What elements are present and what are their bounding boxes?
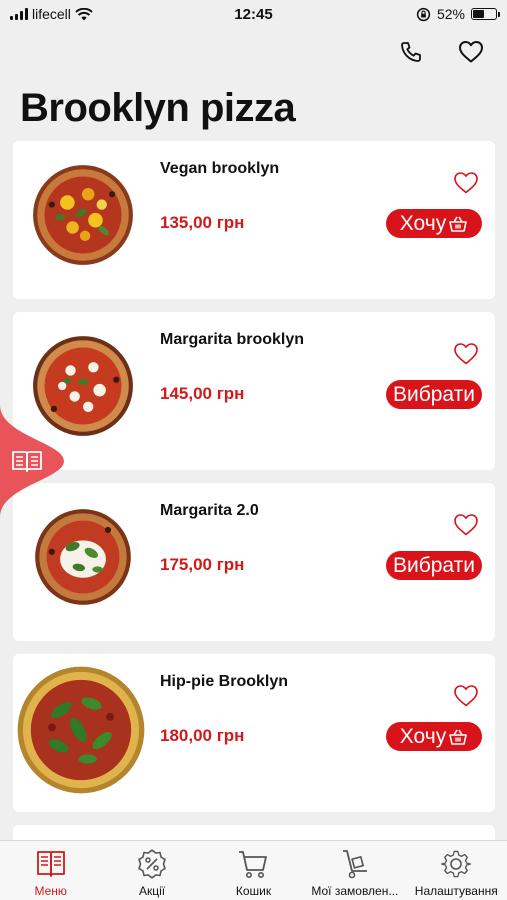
select-button-label: Вибрати	[392, 553, 475, 577]
basket-icon	[449, 216, 468, 232]
tab-my-orders[interactable]: Мої замовлен...	[304, 841, 405, 900]
status-left: lifecell	[10, 6, 190, 22]
wifi-icon	[75, 7, 93, 20]
product-name: Vegan brooklyn	[160, 160, 280, 177]
favorites-button[interactable]	[457, 38, 485, 66]
top-actions	[397, 38, 485, 66]
want-button-label: Хочу	[399, 211, 447, 235]
product-name: Hip-pie Brooklyn	[160, 673, 289, 690]
tab-label: Меню	[34, 884, 67, 898]
heart-icon	[459, 41, 483, 63]
want-button-label: Хочу	[399, 724, 447, 748]
product-name: Margarita brooklyn	[160, 331, 305, 348]
tab-menu[interactable]: Меню	[0, 841, 101, 900]
phone-button[interactable]	[397, 38, 425, 66]
basket-icon	[449, 729, 468, 745]
product-card[interactable]: Margarita 2.0 175,00 грн Вибрати	[13, 483, 495, 641]
status-time: 12:45	[234, 5, 273, 23]
tab-label: Мої замовлен...	[311, 884, 399, 898]
product-price: 175,00 грн	[160, 555, 245, 574]
tab-cart[interactable]: Кошик	[203, 841, 304, 900]
product-list: Vegan brooklyn 135,00 грн Хочу Margarita…	[13, 141, 495, 878]
heart-outline-icon[interactable]	[453, 513, 479, 537]
menu-book-icon	[36, 851, 65, 877]
battery-percent: 52%	[436, 6, 465, 22]
signal-icon	[10, 8, 28, 20]
battery-icon	[471, 8, 500, 20]
carrier-name: lifecell	[32, 6, 71, 22]
product-price: 145,00 грн	[160, 384, 245, 403]
product-name: Margarita 2.0	[160, 502, 259, 519]
product-card[interactable]: Vegan brooklyn 135,00 грн Хочу	[13, 141, 495, 299]
product-card[interactable]: Hip-pie Brooklyn 180,00 грн Хочу	[13, 654, 495, 812]
product-price: 180,00 грн	[160, 726, 245, 745]
tab-label: Кошик	[235, 884, 272, 898]
hand-truck-icon	[342, 850, 367, 879]
phone-icon	[401, 42, 421, 62]
bottom-tab-bar: Меню Акції Кошик Мої замовлен... Налашту…	[0, 840, 507, 900]
pizza-image	[33, 165, 133, 265]
product-price: 135,00 грн	[160, 213, 245, 232]
rotation-lock-icon	[416, 7, 431, 21]
tab-label: Налаштування	[414, 884, 498, 898]
page-title: Brooklyn pizza	[20, 86, 296, 130]
open-book-icon	[12, 451, 42, 472]
percent-badge-icon	[138, 849, 166, 879]
cart-icon	[239, 851, 268, 878]
tab-promotions[interactable]: Акції	[101, 841, 202, 900]
tab-settings[interactable]: Налаштування	[406, 841, 507, 900]
product-card[interactable]: Margarita brooklyn 145,00 грн Вибрати	[13, 312, 495, 470]
select-button[interactable]: Вибрати	[386, 380, 482, 409]
status-bar: lifecell 12:45 52%	[0, 0, 507, 28]
gear-icon	[441, 850, 472, 878]
pizza-image	[35, 509, 131, 605]
battery-fill	[473, 10, 485, 18]
pizza-image	[17, 666, 145, 794]
heart-outline-icon[interactable]	[453, 342, 479, 366]
tab-label: Акції	[139, 884, 166, 898]
select-button-label: Вибрати	[392, 382, 475, 406]
status-right: 52%	[317, 6, 500, 22]
select-button[interactable]: Вибрати	[386, 551, 482, 580]
heart-outline-icon[interactable]	[453, 684, 479, 708]
want-button[interactable]: Хочу	[386, 722, 482, 751]
heart-outline-icon[interactable]	[453, 171, 479, 195]
want-button[interactable]: Хочу	[386, 209, 482, 238]
